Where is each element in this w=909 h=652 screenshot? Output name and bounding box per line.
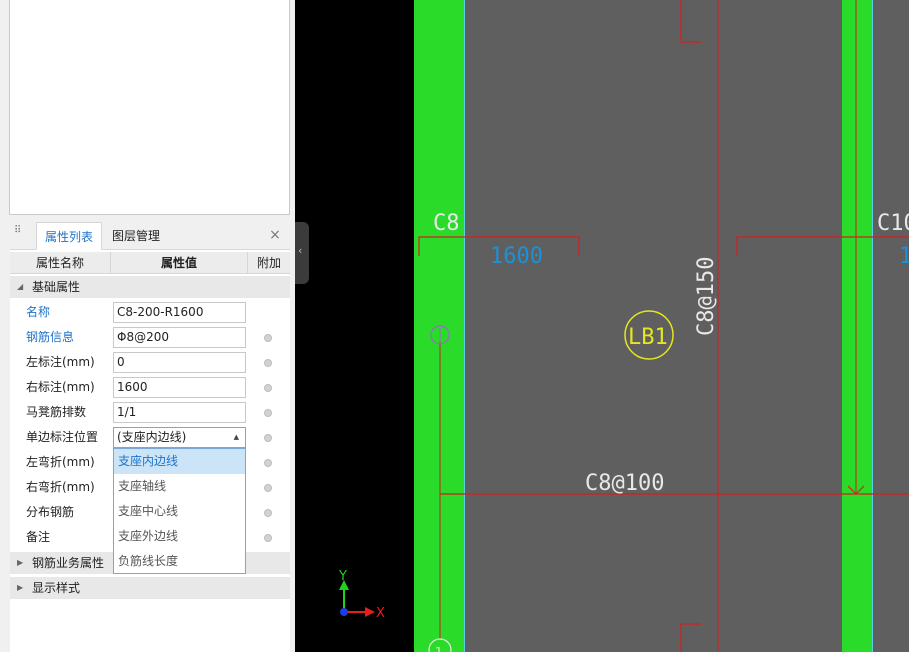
grid-bubble-label: 1 [435, 645, 443, 652]
support-beam-right[interactable] [842, 0, 873, 652]
option-support-outer-edge[interactable]: 支座外边线 [114, 524, 245, 549]
extra-dot-icon[interactable] [264, 359, 272, 367]
property-panel: ⠿ 属性列表 图层管理 × 属性名称 属性值 附加 ◢ 基础属性 名称 C8-2… [10, 222, 290, 652]
rebar-info-input[interactable]: Φ8@200 [113, 327, 246, 348]
property-label: 单边标注位置 [26, 430, 99, 444]
option-support-center-line[interactable]: 支座中心线 [114, 499, 245, 524]
label-c8-left: C8 [433, 211, 460, 236]
property-row-rebar-info: 钢筋信息 Φ8@200 [10, 325, 290, 350]
label-lb1: LB1 [628, 325, 668, 350]
drag-grip-icon[interactable]: ⠿ [14, 226, 22, 244]
extra-dot-icon[interactable] [264, 334, 272, 342]
label-c8-150: C8@150 [694, 257, 719, 336]
property-label: 名称 [26, 305, 51, 319]
axis-label-x: X [376, 606, 385, 621]
right-mark-input[interactable]: 1600 [113, 377, 246, 398]
property-row-right-mark: 右标注(mm) 1600 [10, 375, 290, 400]
extra-dot-icon[interactable] [264, 434, 272, 442]
left-mark-input[interactable]: 0 [113, 352, 246, 373]
single-mark-position-select[interactable]: (支座内边线) ▲ [113, 427, 246, 448]
panel-splitter[interactable]: ‹ [295, 222, 309, 284]
label-c8-100: C8@100 [585, 471, 664, 496]
group-label: 显示样式 [32, 581, 81, 595]
property-label: 钢筋信息 [26, 330, 75, 344]
property-grid-header: 属性名称 属性值 附加 [10, 252, 290, 274]
tab-layer-management[interactable]: 图层管理 [106, 222, 166, 250]
extra-dot-icon[interactable] [264, 534, 272, 542]
collapse-arrow-icon[interactable]: ◢ [17, 276, 23, 298]
group-label: 钢筋业务属性 [32, 556, 105, 570]
header-property-name: 属性名称 [10, 252, 111, 274]
group-label: 基础属性 [32, 280, 81, 294]
name-input[interactable]: C8-200-R1600 [113, 302, 246, 323]
mark-position-dropdown[interactable]: 支座内边线 支座轴线 支座中心线 支座外边线 负筋线长度 [113, 448, 246, 574]
expand-arrow-icon[interactable]: ▶ [17, 577, 23, 599]
property-label: 分布钢筋 [26, 505, 75, 519]
selected-value: (支座内边线) [117, 430, 187, 444]
close-icon[interactable]: × [268, 228, 282, 242]
chair-rows-input[interactable]: 1/1 [113, 402, 246, 423]
collapse-left-icon[interactable]: ‹ [298, 244, 302, 257]
extra-dot-icon[interactable] [264, 509, 272, 517]
property-row-chair-rows: 马凳筋排数 1/1 [10, 400, 290, 425]
label-dim-1600-left: 1600 [490, 244, 543, 269]
left-panel: ⠿ 属性列表 图层管理 × 属性名称 属性值 附加 ◢ 基础属性 名称 C8-2… [0, 0, 295, 652]
drawing-canvas[interactable]: C8 1600 C10 1 C8@150 C8@100 LB1 1 Y X [295, 0, 909, 652]
property-row-left-mark: 左标注(mm) 0 [10, 350, 290, 375]
label-c10-right: C10 [877, 211, 909, 236]
property-label: 马凳筋排数 [26, 405, 87, 419]
extra-dot-icon[interactable] [264, 484, 272, 492]
dropdown-arrow-icon[interactable]: ▲ [234, 428, 239, 447]
extra-dot-icon[interactable] [264, 409, 272, 417]
property-label: 右标注(mm) [26, 380, 95, 394]
label-dim-right-partial: 1 [899, 244, 909, 269]
tab-property-list[interactable]: 属性列表 [36, 222, 102, 250]
axis-label-y: Y [338, 569, 347, 584]
property-row-single-mark-position: 单边标注位置 (支座内边线) ▲ [10, 425, 290, 450]
header-property-value: 属性值 [111, 252, 248, 274]
panel-tab-bar: ⠿ 属性列表 图层管理 × [10, 222, 290, 250]
property-label: 左标注(mm) [26, 355, 95, 369]
property-label: 右弯折(mm) [26, 480, 95, 494]
option-negative-rebar-length[interactable]: 负筋线长度 [114, 549, 245, 574]
property-label: 备注 [26, 530, 51, 544]
expand-arrow-icon[interactable]: ▶ [17, 552, 23, 574]
option-support-axis[interactable]: 支座轴线 [114, 474, 245, 499]
extra-dot-icon[interactable] [264, 459, 272, 467]
panel-edge [0, 0, 9, 652]
extra-dot-icon[interactable] [264, 384, 272, 392]
component-list-pane[interactable] [9, 0, 290, 215]
group-display-style[interactable]: ▶ 显示样式 [10, 577, 290, 599]
group-basic-properties[interactable]: ◢ 基础属性 [10, 276, 290, 298]
header-extra: 附加 [256, 256, 281, 270]
property-row-name: 名称 C8-200-R1600 [10, 300, 290, 325]
option-support-inner-edge[interactable]: 支座内边线 [114, 449, 245, 474]
property-label: 左弯折(mm) [26, 455, 95, 469]
